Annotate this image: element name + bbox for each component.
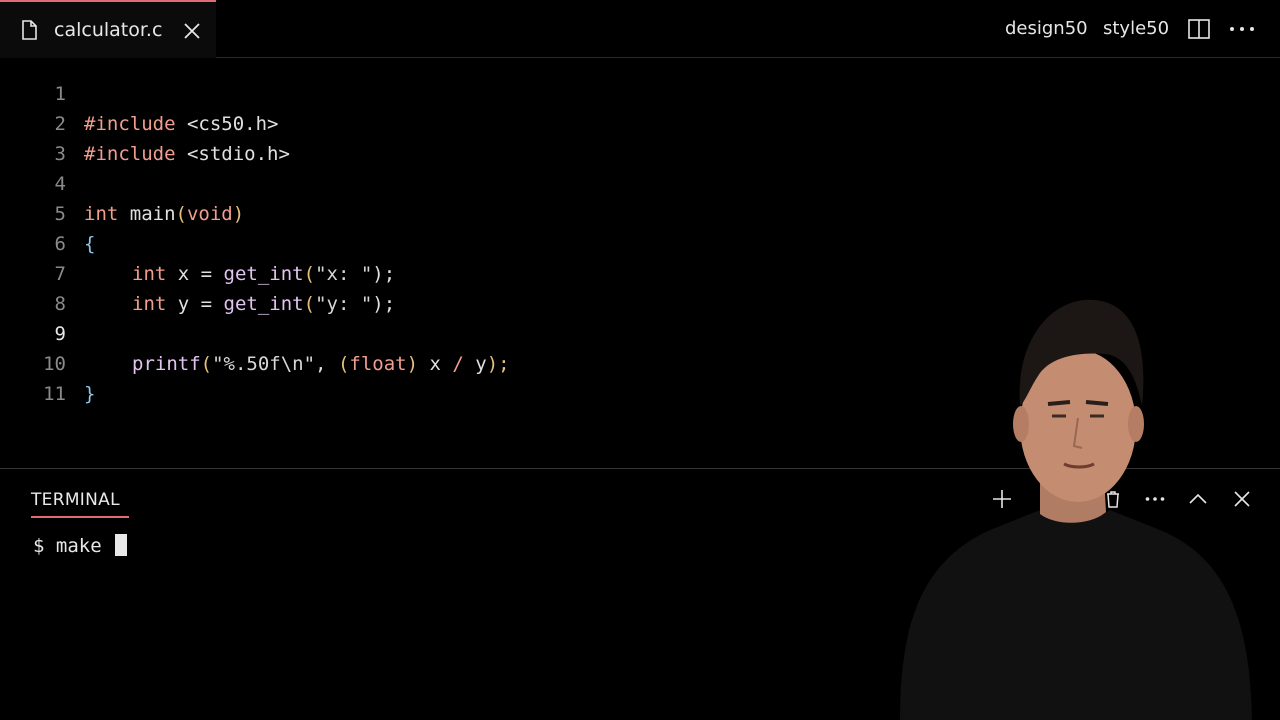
code-line: 4 int main(void) [0, 139, 1280, 225]
split-editor-icon[interactable] [1188, 19, 1210, 39]
code-line: 6 int x = get_int("x: "); [0, 199, 1280, 285]
close-tab-icon[interactable] [183, 22, 201, 40]
active-tab-indicator [31, 516, 129, 518]
code-line: 3 [0, 109, 1280, 165]
terminal-input[interactable]: $ make [33, 533, 128, 559]
code-line: 2 #include <stdio.h> [0, 79, 1280, 165]
terminal-prompt-text: $ make [33, 535, 114, 557]
code-line: 1 #include <cs50.h> [0, 49, 1280, 135]
more-actions-icon[interactable] [1229, 26, 1255, 32]
file-tab-label: calculator.c [54, 19, 163, 41]
code-token: } [84, 383, 96, 405]
presenter-video-overlay [900, 299, 1252, 720]
style50-button[interactable]: style50 [1103, 18, 1169, 39]
code-line: 7 int y = get_int("y: "); [0, 229, 1280, 315]
terminal-cursor [115, 534, 128, 556]
line-number: 11 [43, 383, 66, 405]
terminal-tab[interactable]: TERMINAL [31, 490, 120, 510]
code-line: 8 [0, 259, 1280, 315]
design50-button[interactable]: design50 [1005, 18, 1088, 39]
code-line: 5 { [0, 169, 1280, 255]
file-icon [22, 20, 37, 40]
